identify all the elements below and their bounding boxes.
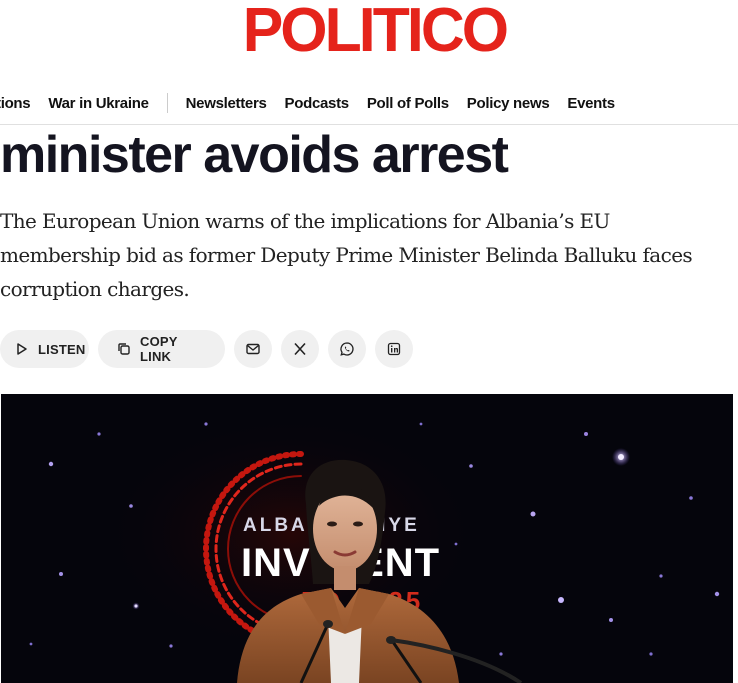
main-nav: tions War in Ukraine Newsletters Podcast…	[0, 82, 738, 125]
share-x-button[interactable]	[281, 330, 319, 368]
nav-item-poll-of-polls[interactable]: Poll of Polls	[367, 95, 449, 112]
copy-icon	[116, 341, 132, 357]
x-icon	[292, 341, 308, 357]
whatsapp-icon	[339, 341, 355, 357]
copy-link-button[interactable]: COPY LINK	[98, 330, 225, 368]
logo-text: POLITICO	[242, 0, 508, 65]
nav-divider	[166, 93, 168, 113]
listen-label: LISTEN	[38, 341, 86, 357]
linkedin-icon	[386, 341, 402, 357]
share-linkedin-button[interactable]	[375, 330, 413, 368]
article-dek: The European Union warns of the implicat…	[0, 209, 693, 301]
hero-photo-illustration: ALBA TÜRKIYE INV MENT FO 2025	[1, 394, 733, 683]
play-icon	[14, 341, 30, 357]
nav-item-elections[interactable]: tions	[0, 95, 31, 112]
share-email-button[interactable]	[234, 330, 272, 368]
nav-item-policy-news[interactable]: Policy news	[467, 95, 550, 112]
article-hero-image[interactable]: ALBA TÜRKIYE INV MENT FO 2025	[1, 394, 733, 683]
nav-item-newsletters[interactable]: Newsletters	[186, 95, 267, 112]
email-icon	[245, 341, 261, 357]
nav-item-podcasts[interactable]: Podcasts	[285, 95, 350, 112]
nav-item-events[interactable]: Events	[567, 95, 615, 112]
politico-logo[interactable]: POLITICO	[0, 0, 738, 62]
listen-button[interactable]: LISTEN	[0, 330, 89, 368]
article-actions: LISTEN COPY LINK	[0, 330, 422, 368]
copy-link-label: COPY LINK	[140, 334, 178, 364]
article-headline: minister avoids arrest	[0, 126, 509, 184]
nav-item-war-in-ukraine[interactable]: War in Ukraine	[48, 95, 149, 112]
share-whatsapp-button[interactable]	[328, 330, 366, 368]
